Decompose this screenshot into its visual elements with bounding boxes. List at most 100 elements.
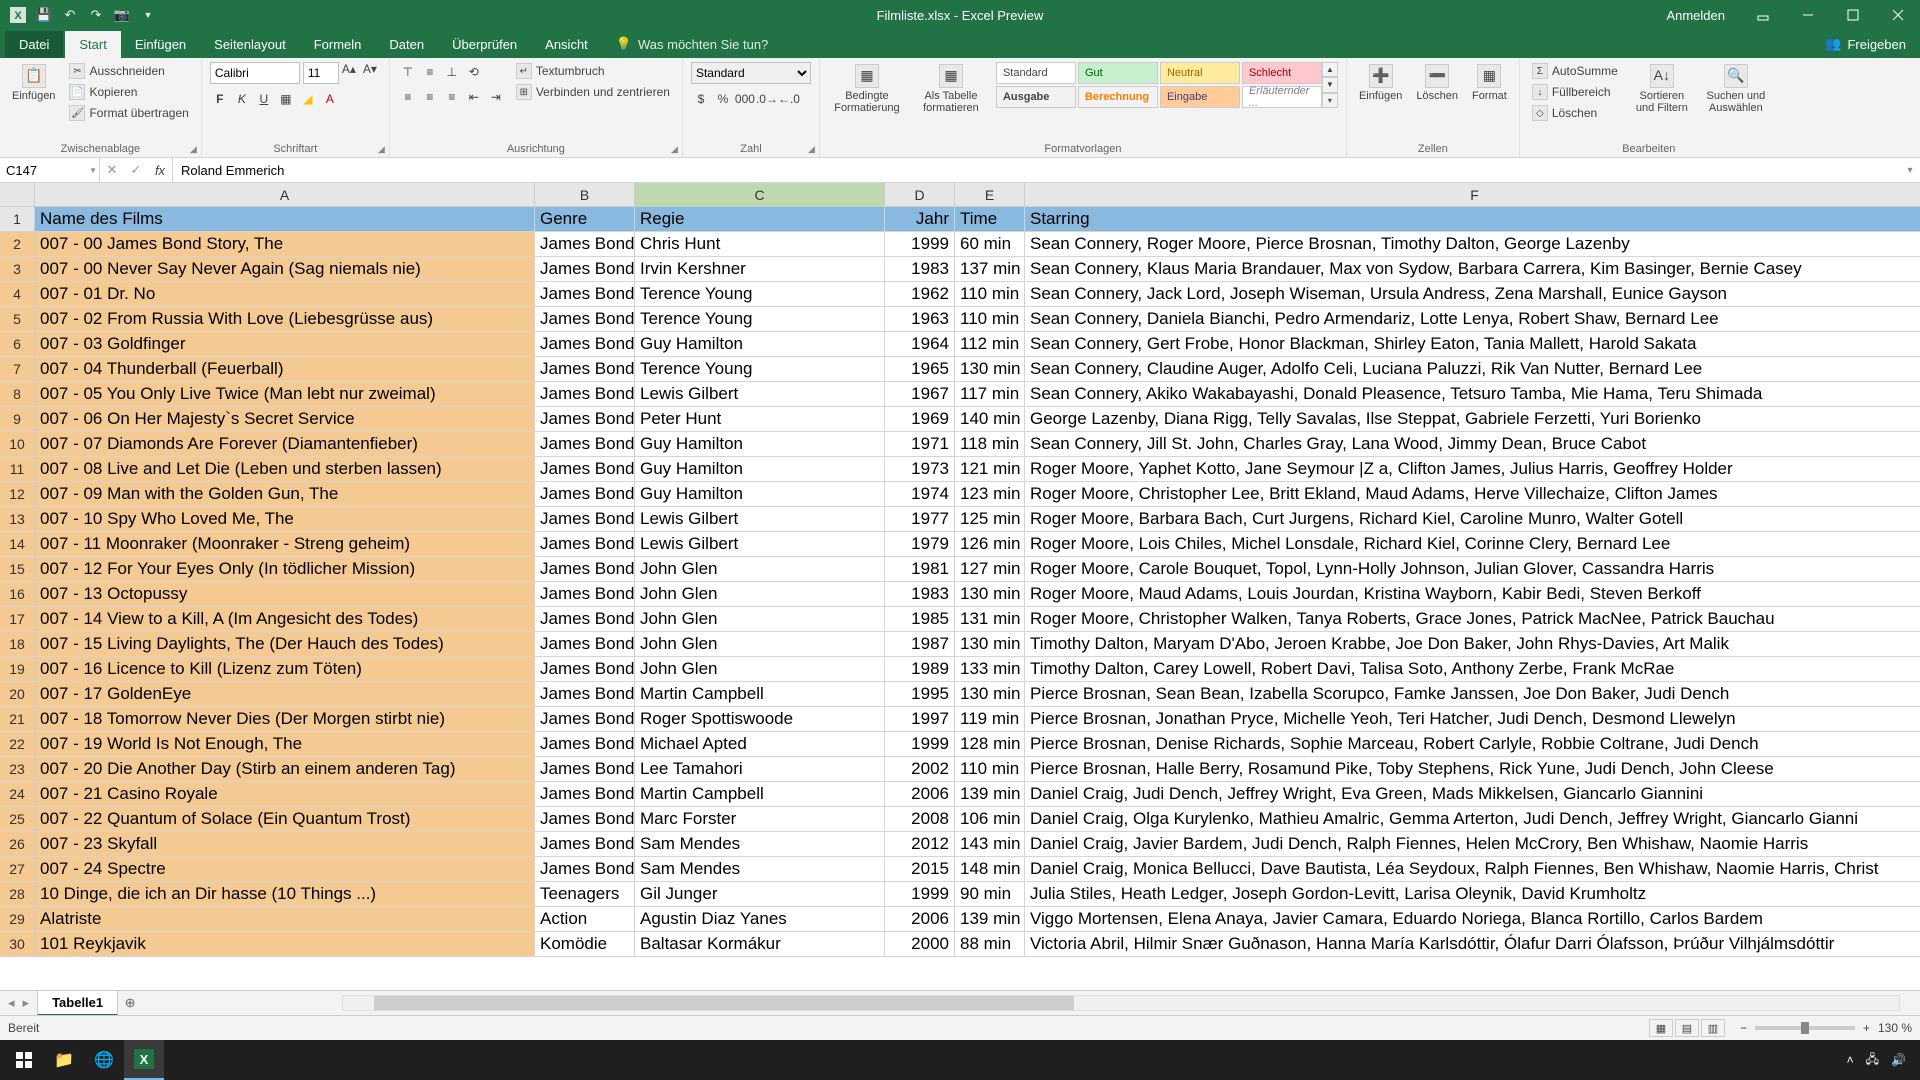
- cell-e11[interactable]: 121 min: [955, 457, 1025, 482]
- cell-f16[interactable]: Roger Moore, Maud Adams, Louis Jourdan, …: [1025, 582, 1920, 607]
- cell-d20[interactable]: 1995: [885, 682, 955, 707]
- cell-e12[interactable]: 123 min: [955, 482, 1025, 507]
- cell-b18[interactable]: James Bond: [535, 632, 635, 657]
- cell-d14[interactable]: 1979: [885, 532, 955, 557]
- cell-c21[interactable]: Roger Spottiswoode: [635, 707, 885, 732]
- cell-b27[interactable]: James Bond: [535, 857, 635, 882]
- cell-f14[interactable]: Roger Moore, Lois Chiles, Michel Lonsdal…: [1025, 532, 1920, 557]
- cell-b4[interactable]: James Bond: [535, 282, 635, 307]
- file-explorer-icon[interactable]: 📁: [44, 1040, 84, 1080]
- cell-b29[interactable]: Action: [535, 907, 635, 932]
- tell-me-search[interactable]: 💡 Was möchten Sie tun?: [602, 30, 783, 58]
- zoom-out-icon[interactable]: −: [1740, 1021, 1747, 1035]
- cell-d4[interactable]: 1962: [885, 282, 955, 307]
- decrease-font-icon[interactable]: A▾: [363, 62, 381, 84]
- cell-f11[interactable]: Roger Moore, Yaphet Kotto, Jane Seymour …: [1025, 457, 1920, 482]
- style-gut[interactable]: Gut: [1078, 62, 1158, 84]
- cell-c22[interactable]: Michael Apted: [635, 732, 885, 757]
- copy-button[interactable]: 📄Kopieren: [65, 83, 192, 101]
- cell-a6[interactable]: 007 - 03 Goldfinger: [35, 332, 535, 357]
- col-header-E[interactable]: E: [955, 183, 1025, 207]
- cell-c18[interactable]: John Glen: [635, 632, 885, 657]
- fx-icon[interactable]: fx: [148, 163, 172, 178]
- expand-formula-icon[interactable]: ▾: [1900, 158, 1920, 182]
- save-icon[interactable]: 💾: [36, 7, 52, 23]
- find-select-button[interactable]: 🔍Suchen und Auswählen: [1702, 62, 1770, 116]
- cell-a2[interactable]: 007 - 00 James Bond Story, The: [35, 232, 535, 257]
- zoom-percent[interactable]: 130 %: [1878, 1021, 1912, 1035]
- format-cells-button[interactable]: ▦Format: [1468, 62, 1511, 104]
- cell-e22[interactable]: 128 min: [955, 732, 1025, 757]
- gallery-down-icon[interactable]: ▼: [1322, 77, 1338, 92]
- cell-c30[interactable]: Baltasar Kormákur: [635, 932, 885, 957]
- cell-d7[interactable]: 1965: [885, 357, 955, 382]
- qat-customize-icon[interactable]: ▼: [140, 7, 156, 23]
- cell-f7[interactable]: Sean Connery, Claudine Auger, Adolfo Cel…: [1025, 357, 1920, 382]
- cell-a18[interactable]: 007 - 15 Living Daylights, The (Der Hauc…: [35, 632, 535, 657]
- cell-f3[interactable]: Sean Connery, Klaus Maria Brandauer, Max…: [1025, 257, 1920, 282]
- cell-b20[interactable]: James Bond: [535, 682, 635, 707]
- cell-e19[interactable]: 133 min: [955, 657, 1025, 682]
- edge-icon[interactable]: 🌐: [84, 1040, 124, 1080]
- cell-e20[interactable]: 130 min: [955, 682, 1025, 707]
- cell-e7[interactable]: 130 min: [955, 357, 1025, 382]
- cell-d10[interactable]: 1971: [885, 432, 955, 457]
- cell-f22[interactable]: Pierce Brosnan, Denise Richards, Sophie …: [1025, 732, 1920, 757]
- cell-a1[interactable]: Name des Films: [35, 207, 535, 232]
- cell-e29[interactable]: 139 min: [955, 907, 1025, 932]
- cell-f17[interactable]: Roger Moore, Christopher Walken, Tanya R…: [1025, 607, 1920, 632]
- launcher-icon[interactable]: ◢: [808, 144, 815, 155]
- cell-c23[interactable]: Lee Tamahori: [635, 757, 885, 782]
- clear-button[interactable]: ◇Löschen: [1528, 104, 1622, 122]
- col-header-D[interactable]: D: [885, 183, 955, 207]
- row-header-10[interactable]: 10: [0, 432, 35, 457]
- cell-f20[interactable]: Pierce Brosnan, Sean Bean, Izabella Scor…: [1025, 682, 1920, 707]
- cell-d8[interactable]: 1967: [885, 382, 955, 407]
- row-header-5[interactable]: 5: [0, 307, 35, 332]
- row-header-2[interactable]: 2: [0, 232, 35, 257]
- align-center-icon[interactable]: ≡: [420, 87, 440, 107]
- cell-d1[interactable]: Jahr: [885, 207, 955, 232]
- font-size-input[interactable]: [303, 62, 339, 84]
- row-header-23[interactable]: 23: [0, 757, 35, 782]
- add-sheet-button[interactable]: ⊕: [118, 995, 142, 1011]
- cell-b5[interactable]: James Bond: [535, 307, 635, 332]
- launcher-icon[interactable]: ◢: [378, 144, 385, 155]
- cell-c6[interactable]: Guy Hamilton: [635, 332, 885, 357]
- row-header-14[interactable]: 14: [0, 532, 35, 557]
- style-neutral[interactable]: Neutral: [1160, 62, 1240, 84]
- cell-c12[interactable]: Guy Hamilton: [635, 482, 885, 507]
- cell-f30[interactable]: Victoria Abril, Hilmir Snær Guðnason, Ha…: [1025, 932, 1920, 957]
- cell-a22[interactable]: 007 - 19 World Is Not Enough, The: [35, 732, 535, 757]
- style-erlauternd[interactable]: Erläuternder ...: [1242, 86, 1322, 108]
- formula-input[interactable]: Roland Emmerich: [173, 158, 1900, 182]
- cell-f18[interactable]: Timothy Dalton, Maryam D'Abo, Jeroen Kra…: [1025, 632, 1920, 657]
- cell-c7[interactable]: Terence Young: [635, 357, 885, 382]
- cell-d28[interactable]: 1999: [885, 882, 955, 907]
- row-header-17[interactable]: 17: [0, 607, 35, 632]
- conditional-formatting-button[interactable]: ▦ Bedingte Formatierung: [828, 62, 906, 116]
- fill-button[interactable]: ↓Füllbereich: [1528, 83, 1622, 101]
- paste-button[interactable]: 📋 Einfügen: [8, 62, 59, 104]
- cell-a12[interactable]: 007 - 09 Man with the Golden Gun, The: [35, 482, 535, 507]
- cell-d21[interactable]: 1997: [885, 707, 955, 732]
- cell-d29[interactable]: 2006: [885, 907, 955, 932]
- cell-d25[interactable]: 2008: [885, 807, 955, 832]
- cell-a30[interactable]: 101 Reykjavik: [35, 932, 535, 957]
- cell-a19[interactable]: 007 - 16 Licence to Kill (Lizenz zum Töt…: [35, 657, 535, 682]
- cell-c4[interactable]: Terence Young: [635, 282, 885, 307]
- normal-view-icon[interactable]: ▦: [1649, 1019, 1673, 1037]
- cell-c9[interactable]: Peter Hunt: [635, 407, 885, 432]
- ribbon-display-icon[interactable]: [1740, 0, 1785, 30]
- cell-b2[interactable]: James Bond: [535, 232, 635, 257]
- cell-d18[interactable]: 1987: [885, 632, 955, 657]
- align-bottom-icon[interactable]: ⊥: [442, 62, 462, 82]
- tab-review[interactable]: Überprüfen: [438, 31, 531, 58]
- merge-center-button[interactable]: ⊞Verbinden und zentrieren: [512, 83, 674, 101]
- cell-c8[interactable]: Lewis Gilbert: [635, 382, 885, 407]
- tab-file[interactable]: Datei: [5, 31, 63, 58]
- comma-icon[interactable]: 000: [735, 89, 755, 109]
- cell-e13[interactable]: 125 min: [955, 507, 1025, 532]
- cell-a10[interactable]: 007 - 07 Diamonds Are Forever (Diamanten…: [35, 432, 535, 457]
- share-button[interactable]: 👥 Freigeben: [1811, 30, 1920, 58]
